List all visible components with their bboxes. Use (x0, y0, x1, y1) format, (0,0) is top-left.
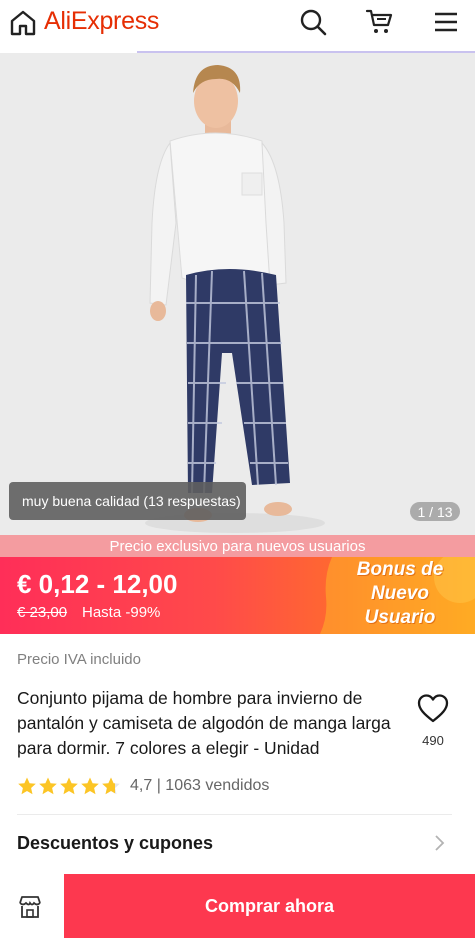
star-icon (39, 777, 57, 795)
half-star-icon (102, 777, 120, 795)
new-user-price-banner: Precio exclusivo para nuevos usuarios (0, 535, 475, 557)
coupons-label: Descuentos y cupones (17, 833, 214, 853)
heart-icon[interactable] (416, 692, 450, 726)
image-counter: 1 / 13 (410, 502, 460, 521)
star-icon (81, 777, 99, 795)
cart-icon[interactable] (364, 6, 394, 36)
product-image-gallery[interactable] (0, 53, 475, 535)
original-price: € 23,00 (17, 604, 68, 621)
home-icon[interactable] (8, 8, 38, 38)
discount-label: Hasta -99% (82, 604, 161, 621)
rating-stars (17, 776, 121, 796)
new-user-bonus-badge[interactable]: Bonus de Nuevo Usuario (338, 558, 462, 630)
price-promo-banner: € 0,12 - 12,00 € 23,00 Hasta -99% Bonus … (0, 557, 475, 634)
buy-now-button[interactable]: Comprar ahora (64, 874, 475, 938)
top-header: AliExpress (0, 0, 475, 52)
star-icon (18, 777, 36, 795)
aliexpress-logo[interactable]: AliExpress (44, 7, 159, 36)
menu-icon[interactable] (432, 8, 460, 36)
wishlist-count: 490 (422, 733, 444, 748)
star-icon (60, 777, 78, 795)
bottom-action-bar: Comprar ahora (0, 874, 475, 938)
rating-and-sales: 4,7 | 1063 vendidos (130, 777, 270, 794)
chevron-right-icon (435, 835, 445, 851)
vat-note: Precio IVA incluido (17, 651, 141, 668)
product-title: Conjunto pijama de hombre para invierno … (17, 688, 391, 758)
price-range: € 0,12 - 12,00 (17, 569, 178, 599)
rating-row[interactable]: 4,7 | 1063 vendidos (17, 774, 269, 798)
search-icon[interactable] (298, 7, 328, 37)
coupons-row[interactable]: Descuentos y cupones (0, 815, 475, 871)
product-photo (0, 53, 475, 535)
store-icon[interactable] (17, 894, 43, 920)
review-snippet-pill[interactable]: muy buena calidad (13 respuestas) (9, 482, 246, 520)
